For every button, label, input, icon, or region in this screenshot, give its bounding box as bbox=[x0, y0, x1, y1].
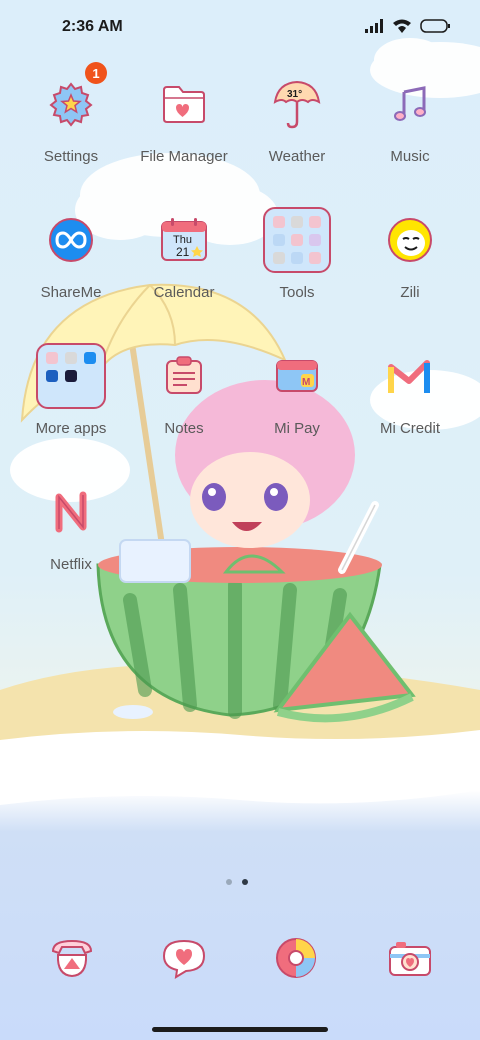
dock-browser[interactable] bbox=[268, 930, 324, 986]
notes-icon bbox=[148, 340, 220, 412]
page-indicator[interactable] bbox=[226, 879, 248, 885]
app-label-shareme: ShareMe bbox=[40, 284, 102, 301]
app-calendar[interactable]: Thu 21 Calendar bbox=[129, 204, 239, 301]
status-icons bbox=[364, 18, 450, 34]
battery-icon bbox=[420, 19, 450, 33]
zili-face-icon bbox=[374, 204, 446, 276]
page-dot-1[interactable] bbox=[226, 879, 232, 885]
app-tools-folder[interactable]: Tools bbox=[242, 204, 352, 301]
app-label-zili: Zili bbox=[400, 284, 420, 301]
status-time: 2:36 AM bbox=[62, 18, 123, 35]
browser-icon bbox=[276, 938, 316, 978]
app-mi-credit[interactable]: Mi Credit bbox=[355, 340, 465, 437]
status-bar: 2:36 AM bbox=[0, 0, 480, 56]
netflix-icon bbox=[35, 476, 107, 548]
app-more-apps-folder[interactable]: More apps bbox=[16, 340, 126, 437]
camera-icon bbox=[389, 942, 431, 976]
app-mi-pay[interactable]: M Mi Pay bbox=[242, 340, 352, 437]
app-label-music: Music bbox=[390, 148, 430, 165]
app-label-weather: Weather bbox=[268, 148, 326, 165]
shareme-icon bbox=[35, 204, 107, 276]
svg-text:M: M bbox=[302, 377, 310, 388]
app-zili[interactable]: Zili bbox=[355, 204, 465, 301]
page-dot-2-active[interactable] bbox=[242, 879, 248, 885]
umbrella-icon: 31° bbox=[261, 68, 333, 140]
phone-icon bbox=[51, 939, 93, 978]
settings-icon: 1 bbox=[35, 62, 107, 140]
messages-icon bbox=[162, 939, 206, 979]
mi-credit-icon bbox=[374, 340, 446, 412]
app-file-manager[interactable]: File Manager bbox=[129, 68, 239, 165]
app-label-netflix: Netflix bbox=[50, 556, 92, 573]
app-shareme[interactable]: ShareMe bbox=[16, 204, 126, 301]
app-netflix[interactable]: Netflix bbox=[16, 476, 126, 573]
app-settings[interactable]: 1 Settings bbox=[16, 62, 126, 165]
calendar-icon: Thu 21 bbox=[148, 204, 220, 276]
mi-pay-icon: M bbox=[261, 340, 333, 412]
app-music[interactable]: Music bbox=[355, 68, 465, 165]
app-label-mi-credit: Mi Credit bbox=[379, 420, 440, 437]
more-apps-folder-icon bbox=[35, 340, 107, 412]
signal-icon bbox=[365, 19, 383, 33]
notification-badge: 1 bbox=[85, 62, 107, 84]
dock bbox=[0, 930, 480, 986]
home-gesture-bar[interactable] bbox=[152, 1027, 328, 1032]
music-note-icon bbox=[374, 68, 446, 140]
wifi-icon bbox=[393, 19, 411, 33]
folder-icon bbox=[148, 68, 220, 140]
app-label-more-apps: More apps bbox=[35, 420, 107, 437]
dock-messages[interactable] bbox=[156, 930, 212, 986]
app-weather[interactable]: 31° Weather bbox=[242, 68, 352, 165]
app-label-calendar: Calendar bbox=[153, 284, 215, 301]
tools-folder-icon bbox=[261, 204, 333, 276]
calendar-date: 21 bbox=[176, 245, 190, 259]
app-label-settings: Settings bbox=[43, 148, 99, 165]
app-label-tools: Tools bbox=[279, 284, 315, 301]
dock-camera[interactable] bbox=[382, 930, 438, 986]
app-notes[interactable]: Notes bbox=[129, 340, 239, 437]
dock-phone[interactable] bbox=[44, 930, 100, 986]
app-label-mi-pay: Mi Pay bbox=[274, 420, 320, 437]
app-label-file-manager: File Manager bbox=[140, 148, 228, 165]
temperature-text: 31° bbox=[287, 89, 302, 100]
app-label-notes: Notes bbox=[164, 420, 204, 437]
